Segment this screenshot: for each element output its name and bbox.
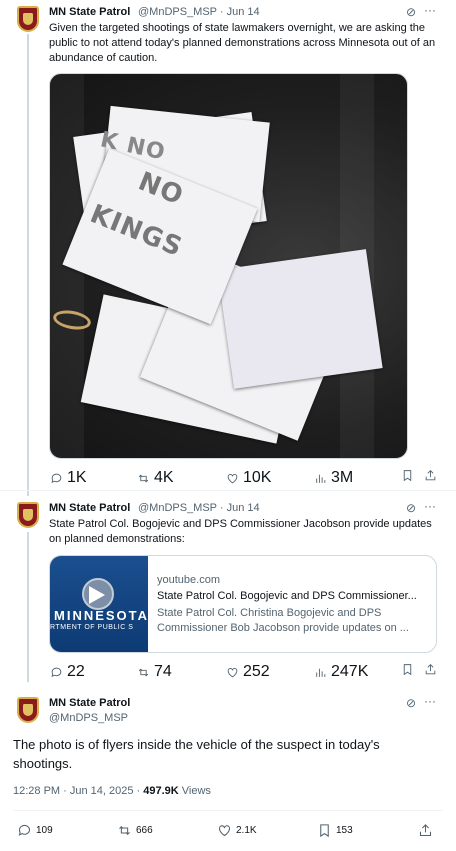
- card-domain: youtube.com: [157, 574, 220, 586]
- repost-icon: [138, 668, 149, 676]
- views-icon: [316, 474, 326, 483]
- thread-line: [27, 532, 29, 682]
- reply-icon: [51, 473, 62, 483]
- reply-count: 109: [36, 825, 53, 836]
- play-icon: [89, 586, 105, 604]
- like-count: 252: [243, 663, 270, 680]
- reply-icon: [18, 824, 31, 836]
- repost-count: 666: [136, 825, 153, 836]
- bookmark-button[interactable]: [401, 663, 414, 676]
- views-label: Views: [178, 785, 211, 797]
- thumbnail-subtitle: RTMENT OF PUBLIC S: [50, 624, 134, 631]
- author-name[interactable]: MN State Patrol: [49, 502, 130, 514]
- timestamp[interactable]: 12:28 PM · Jun 14, 2025 ·: [13, 785, 143, 797]
- repost-button[interactable]: 74: [137, 663, 172, 681]
- share-icon: [419, 824, 432, 837]
- tweet-meta: 12:28 PM · Jun 14, 2025 · 497.9K Views: [13, 785, 211, 797]
- views-button[interactable]: 247K: [314, 663, 368, 681]
- bookmark-button[interactable]: 153: [317, 823, 353, 838]
- grok-icon[interactable]: ⊘: [406, 502, 416, 514]
- repost-count: 4K: [154, 469, 174, 486]
- flyer-paper: [217, 249, 383, 389]
- avatar[interactable]: [17, 502, 39, 528]
- views-count: 3M: [331, 469, 354, 486]
- views-icon: [316, 668, 326, 677]
- reply-count: 22: [67, 663, 85, 680]
- author-handle[interactable]: @MnDPS_MSP: [49, 712, 128, 724]
- repost-icon: [138, 474, 149, 482]
- tweet-text: State Patrol Col. Bogojevic and DPS Comm…: [49, 518, 432, 545]
- card-title: State Patrol Col. Bogojevic and DPS Comm…: [157, 590, 417, 602]
- link-card[interactable]: MINNESOTA RTMENT OF PUBLIC S youtube.com…: [49, 555, 437, 653]
- divider: [0, 490, 456, 491]
- repost-button[interactable]: 4K: [137, 469, 174, 487]
- author-handle-date[interactable]: @MnDPS_MSP · Jun 14: [138, 502, 260, 514]
- repost-icon: [119, 825, 130, 836]
- views-count: 247K: [331, 663, 369, 680]
- bookmark-count: 153: [336, 825, 353, 836]
- reply-button[interactable]: 109: [17, 823, 53, 838]
- repost-button[interactable]: 666: [117, 823, 153, 838]
- reply-button[interactable]: 22: [50, 663, 85, 681]
- more-icon[interactable]: ···: [424, 500, 436, 512]
- tweet-text: Given the targeted shootings of state la…: [49, 22, 436, 64]
- card-description: State Patrol Col. Christina Bogojevic an…: [157, 607, 409, 634]
- like-button[interactable]: 252: [226, 663, 270, 681]
- share-button[interactable]: [424, 663, 437, 676]
- views-button[interactable]: 3M: [314, 469, 353, 487]
- share-button[interactable]: [418, 823, 433, 838]
- grok-icon[interactable]: ⊘: [406, 697, 416, 709]
- reply-button[interactable]: 1K: [50, 469, 87, 487]
- reply-icon: [51, 667, 62, 677]
- author-name[interactable]: MN State Patrol: [49, 697, 130, 709]
- share-button[interactable]: [424, 469, 437, 482]
- grok-icon[interactable]: ⊘: [406, 6, 416, 18]
- reply-count: 1K: [67, 469, 87, 486]
- like-button[interactable]: 10K: [226, 469, 271, 487]
- bookmark-button[interactable]: [401, 469, 414, 482]
- share-icon: [425, 469, 436, 481]
- bookmark-icon: [403, 664, 412, 676]
- like-count: 10K: [243, 469, 272, 486]
- tweet-photo[interactable]: K NO NO KINGS: [49, 73, 408, 459]
- tweet-text: The photo is of flyers inside the vehicl…: [13, 737, 380, 771]
- share-icon: [425, 663, 436, 675]
- bookmark-icon: [320, 824, 329, 838]
- author-handle-date[interactable]: @MnDPS_MSP · Jun 14: [138, 6, 260, 18]
- thumbnail-title: MINNESOTA: [54, 608, 150, 623]
- like-icon: [218, 825, 231, 837]
- bookmark-icon: [403, 470, 412, 482]
- avatar[interactable]: [17, 6, 39, 32]
- video-thumbnail[interactable]: MINNESOTA RTMENT OF PUBLIC S: [50, 556, 150, 652]
- like-icon: [227, 473, 238, 483]
- more-icon[interactable]: ···: [424, 4, 436, 16]
- thread-line: [27, 34, 29, 496]
- like-count: 2.1K: [236, 825, 257, 836]
- like-button[interactable]: 2.1K: [217, 823, 257, 838]
- avatar[interactable]: [17, 697, 39, 723]
- views-count: 497.9K: [143, 785, 179, 797]
- more-icon[interactable]: ···: [424, 695, 436, 707]
- author-name[interactable]: MN State Patrol: [49, 6, 130, 18]
- divider: [13, 810, 443, 811]
- like-icon: [227, 667, 238, 677]
- repost-count: 74: [154, 663, 172, 680]
